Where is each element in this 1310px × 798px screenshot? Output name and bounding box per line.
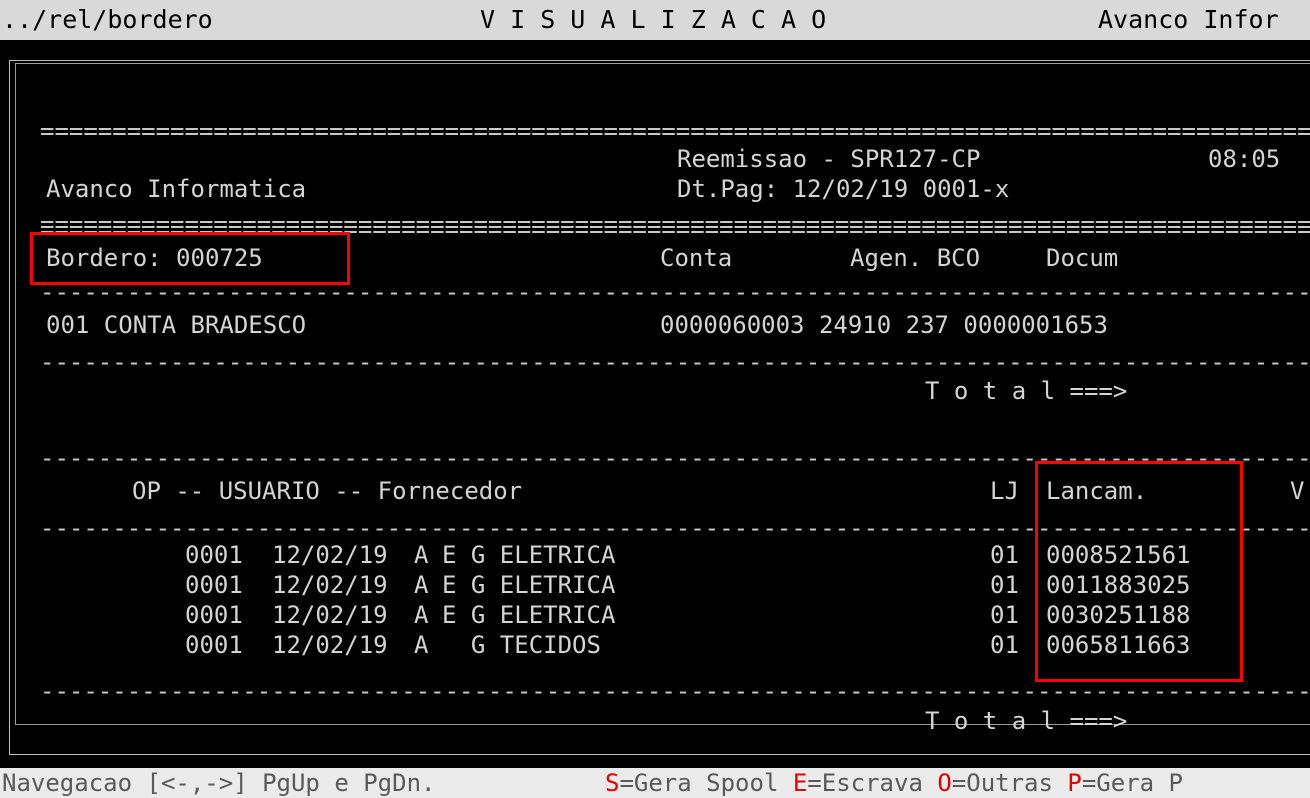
report-company: Avanco Informatica: [46, 175, 307, 203]
row-lj: 01: [990, 601, 1019, 629]
terminal-window: ../rel/bordero V I S U A L I Z A C A O A…: [0, 0, 1310, 798]
hotkey-o-label: =Outras: [951, 769, 1068, 797]
status-bar: Navegacao [<-,->] PgUp e PgDn. S=Gera Sp…: [0, 768, 1310, 798]
row-user: A: [414, 541, 429, 569]
screen-mode-title: V I S U A L I Z A C A O: [480, 5, 827, 34]
row-date: 12/02/19: [272, 631, 388, 659]
hotkey-s-key: S: [605, 769, 620, 797]
row-op: 0001: [185, 631, 243, 659]
navigation-hint: Navegacao [<-,->] PgUp e PgDn.: [2, 769, 436, 797]
row-op: 0001: [185, 541, 243, 569]
hotkey-p-label: =Gera P: [1081, 769, 1183, 797]
row-lj: 01: [990, 631, 1019, 659]
account-details: 0000060003 24910 237 0000001653: [660, 311, 1108, 339]
row-lj: 01: [990, 541, 1019, 569]
detail-header-op-user-fornecedor: OP -- USUARIO -- Fornecedor: [132, 477, 523, 505]
reemissao-label: Reemissao - SPR127-CP: [677, 145, 981, 173]
row-date: 12/02/19: [272, 571, 388, 599]
row-date: 12/02/19: [272, 601, 388, 629]
row-fornecedor: G TECIDOS: [442, 631, 601, 659]
total-label: T o t a l ===>: [925, 377, 1128, 405]
bordero-highlight-box: [30, 232, 350, 285]
program-path: ../rel/bordero: [2, 5, 213, 34]
separator-single: ----------------------------------------…: [40, 355, 1310, 369]
hotkey-s-label: =Gera Spool: [619, 769, 793, 797]
detail-header-clipped: V: [1290, 477, 1305, 505]
separator-single: ----------------------------------------…: [40, 684, 1310, 698]
total-label: T o t a l ===>: [925, 707, 1128, 735]
row-fornecedor: E G ELETRICA: [442, 601, 616, 629]
row-user: A: [414, 601, 429, 629]
separator-single: ----------------------------------------…: [40, 285, 1310, 299]
col-header-docum: Docum: [1046, 244, 1119, 272]
lancam-highlight-box: [1035, 461, 1243, 682]
col-header-conta: Conta: [660, 244, 733, 272]
title-bar: ../rel/bordero V I S U A L I Z A C A O A…: [0, 0, 1310, 40]
col-header-agen-bco: Agen. BCO: [850, 244, 981, 272]
row-date: 12/02/19: [272, 541, 388, 569]
payment-date: Dt.Pag: 12/02/19 0001-x: [677, 175, 1010, 203]
row-op: 0001: [185, 571, 243, 599]
row-fornecedor: E G ELETRICA: [442, 541, 616, 569]
report-viewer[interactable]: ========================================…: [0, 40, 1310, 768]
separator-double: ========================================…: [40, 124, 1310, 138]
row-user: A: [414, 571, 429, 599]
hotkey-e-key[interactable]: E: [793, 769, 807, 797]
row-op: 0001: [185, 601, 243, 629]
row-fornecedor: E G ELETRICA: [442, 571, 616, 599]
account-name: 001 CONTA BRADESCO: [46, 311, 307, 339]
hotkey-e-label: =Escrava: [807, 769, 938, 797]
hotkey-s[interactable]: S=Gera Spool E=Escrava O=Outras P=Gera P: [605, 768, 1183, 798]
row-user: A: [414, 631, 429, 659]
detail-header-lj: LJ: [990, 477, 1019, 505]
hotkey-p-key[interactable]: P: [1067, 769, 1081, 797]
company-name: Avanco Infor: [1098, 5, 1279, 34]
hotkey-o-key[interactable]: O: [937, 769, 951, 797]
row-lj: 01: [990, 571, 1019, 599]
report-time: 08:05: [1208, 145, 1281, 173]
